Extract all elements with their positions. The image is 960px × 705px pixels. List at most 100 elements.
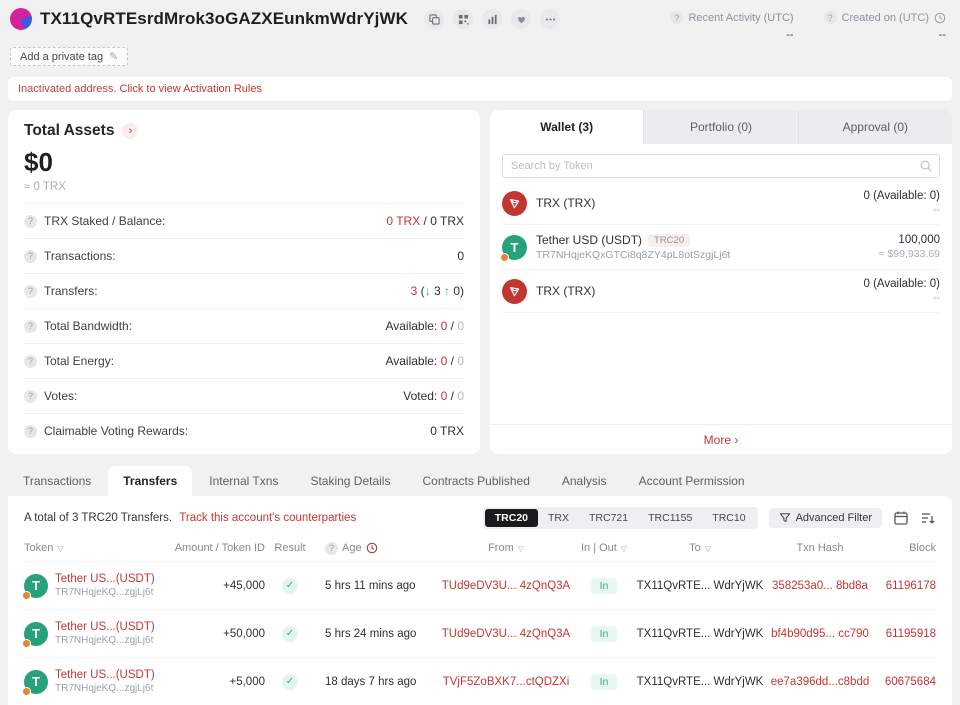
wallet-more-link[interactable]: More › [704,433,739,447]
filter-trc20[interactable]: TRC20 [485,509,538,527]
row-block[interactable]: 61196178 [873,580,936,592]
row-txn-hash[interactable]: 358253a0... 8bd8a [767,580,873,592]
help-icon[interactable]: ? [24,250,37,263]
token-row-trx-1[interactable]: TRX (TRX) 0 (Available: 0) -- [502,182,940,225]
copy-address-icon[interactable] [424,9,444,29]
row-token-name[interactable]: Tether US...(USDT) [55,669,155,681]
col-label: Amount / Token ID [175,542,265,554]
row-block[interactable]: 61195918 [873,628,936,640]
token-usd-value: -- [864,292,941,304]
row-to-address[interactable]: TX11QvRTE... WdrYjWK [633,580,767,592]
tab-transfers[interactable]: Transfers [108,466,192,496]
filter-trc721[interactable]: TRC721 [579,509,638,527]
token-row-usdt[interactable]: T Tether USD (USDT)TRC20 TR7NHqjeKQxGTCi… [502,225,940,270]
search-token-input[interactable] [502,154,940,178]
token-row-trx-2[interactable]: TRX (TRX) 0 (Available: 0) -- [502,270,940,313]
clock-icon[interactable] [934,12,946,24]
token-type-filter-group: TRC20 TRX TRC721 TRC1155 TRC10 [483,507,758,529]
col-txn-hash: Txn Hash [767,542,873,554]
help-icon[interactable]: ? [24,355,37,368]
help-icon[interactable]: ? [670,11,683,24]
stat-label: Total Energy: [44,354,114,368]
tab-transactions[interactable]: Transactions [8,466,106,496]
trx-token-icon [502,279,527,304]
qr-code-icon[interactable] [453,9,473,29]
row-token-address[interactable]: TR7NHqjeKQ...zgjLj6t [55,635,155,646]
filter-triangle-icon[interactable]: ▽ [518,544,524,553]
row-block[interactable]: 60675684 [873,676,936,688]
add-private-tag-button[interactable]: Add a private tag ✎ [10,47,128,66]
row-token-address[interactable]: TR7NHqjeKQ...zgjLj6t [55,683,155,694]
tab-analysis[interactable]: Analysis [547,466,622,496]
row-from-address[interactable]: TVjF5ZoBXK7...ctQDZXi [437,676,575,688]
filter-trc10[interactable]: TRC10 [702,509,755,527]
filter-triangle-icon[interactable]: ▽ [705,544,711,553]
filter-trc1155[interactable]: TRC1155 [638,509,702,527]
analytics-chart-icon[interactable] [482,9,502,29]
stat-row-bandwidth: ?Total Bandwidth: Available: 0 / 0 [24,308,464,343]
energy-total: 0 [457,354,464,368]
row-txn-hash[interactable]: bf4b90d95... cc790 [767,628,873,640]
filter-trx[interactable]: TRX [538,509,579,527]
token-contract-address[interactable]: TR7NHqjeKQxGTCi8q8ZY4pL8otSzgjLj6t [536,249,730,261]
votes-total: 0 [457,389,464,403]
pencil-icon: ✎ [109,50,118,63]
counterparties-link[interactable]: Track this account's counterparties [179,512,356,524]
age-clock-icon[interactable] [366,542,378,554]
direction-badge: In [591,626,618,642]
row-token-name[interactable]: Tether US...(USDT) [55,573,155,585]
col-to: To▽ [633,542,767,554]
row-to-address[interactable]: TX11QvRTE... WdrYjWK [633,628,767,640]
total-assets-usd: $0 [24,147,464,178]
sort-filter-icon[interactable] [920,510,936,526]
usdt-letter: T [32,626,40,641]
advanced-filter-button[interactable]: Advanced Filter [769,508,882,528]
tab-portfolio[interactable]: Portfolio (0) [643,110,797,144]
stat-row-transfers: ?Transfers: 3 (↓ 3 ↑ 0) [24,273,464,308]
tab-wallet[interactable]: Wallet (3) [490,110,643,144]
col-token: Token▽ [24,542,169,554]
row-from-address[interactable]: TUd9eDV3U... 4zQnQ3A [437,628,575,640]
col-label: Block [909,542,936,554]
tab-approval[interactable]: Approval (0) [798,110,952,144]
filter-triangle-icon[interactable]: ▽ [621,544,627,553]
address-identicon [10,8,32,30]
tab-account-permission[interactable]: Account Permission [624,466,760,496]
row-to-address[interactable]: TX11QvRTE... WdrYjWK [633,676,767,688]
transfer-row: T Tether US...(USDT) TR7NHqjeKQ...zgjLj6… [24,561,936,609]
staked-link-value[interactable]: 0 TRX [386,214,420,228]
help-icon[interactable]: ? [325,542,338,555]
help-icon[interactable]: ? [24,215,37,228]
stat-row-energy: ?Total Energy: Available: 0 / 0 [24,343,464,378]
bandwidth-prefix: Available: [385,319,440,333]
help-icon[interactable]: ? [24,425,37,438]
inactivated-address-notice: Inactivated address. Click to view Activ… [8,77,952,101]
row-from-address[interactable]: TUd9eDV3U... 4zQnQ3A [437,580,575,592]
total-assets-chevron-icon[interactable]: › [122,123,138,139]
tab-internal-txns[interactable]: Internal Txns [194,466,293,496]
success-check-icon: ✓ [282,626,298,642]
filter-triangle-icon[interactable]: ▽ [57,544,63,553]
activation-rules-link[interactable]: Click to view Activation Rules [120,83,262,95]
help-icon[interactable]: ? [24,390,37,403]
more-actions-icon[interactable] [540,9,560,29]
row-age: 5 hrs 11 mins ago [315,580,437,592]
col-age: ? Age [315,542,437,555]
stat-label: Total Bandwidth: [44,319,132,333]
tab-staking-details[interactable]: Staking Details [295,466,405,496]
tab-contracts-published[interactable]: Contracts Published [407,466,544,496]
favorite-heart-icon[interactable] [511,9,531,29]
row-txn-hash[interactable]: ee7a396dd...c8bdd [767,676,873,688]
help-icon[interactable]: ? [24,320,37,333]
row-token-address[interactable]: TR7NHqjeKQ...zgjLj6t [55,587,155,598]
help-icon[interactable]: ? [24,285,37,298]
help-icon[interactable]: ? [824,11,837,24]
date-range-calendar-icon[interactable] [893,510,909,526]
token-network-dot [22,687,31,696]
votes-prefix: Voted: [403,389,440,403]
token-name: TRX (TRX) [536,196,595,210]
direction-badge: In [591,578,618,594]
row-token-name[interactable]: Tether US...(USDT) [55,621,155,633]
recent-activity-meta: ? Recent Activity (UTC) -- [670,11,793,41]
transactions-value[interactable]: 0 [457,249,464,263]
